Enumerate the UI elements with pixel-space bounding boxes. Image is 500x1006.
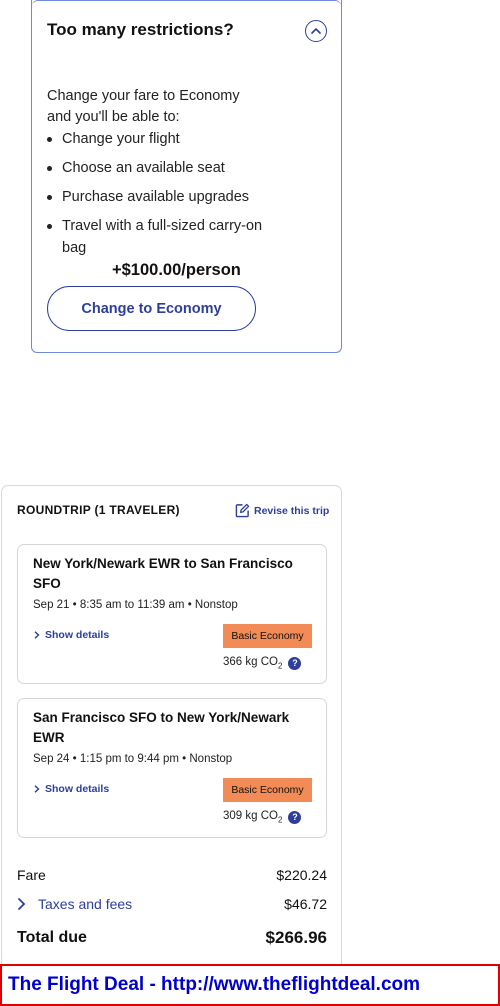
segment-schedule: Sep 21 • 8:35 am to 11:39 am • Nonstop: [33, 599, 238, 611]
watermark-text: The Flight Deal - http://www.theflightde…: [8, 974, 421, 995]
taxes-row: Taxes and fees $46.72: [17, 896, 327, 912]
total-row: Total due $266.96: [17, 928, 327, 948]
flight-segment-return: San Francisco SFO to New York/Newark EWR…: [17, 698, 327, 838]
fare-amount: $220.24: [276, 867, 327, 883]
taxes-amount: $46.72: [284, 896, 327, 912]
fare-row: Fare $220.24: [17, 867, 327, 883]
segment-route: San Francisco SFO to New York/Newark EWR: [33, 710, 290, 745]
benefit-item: Change your flight: [47, 129, 277, 151]
benefit-item: Travel with a full-sized carry-on bag: [47, 216, 277, 259]
taxes-label: Taxes and fees: [38, 896, 133, 912]
co2-emissions: 309 kg CO2 ?: [223, 810, 302, 825]
total-amount: $266.96: [265, 928, 327, 947]
show-details-link[interactable]: Show details: [33, 629, 109, 641]
show-details-label: Show details: [45, 629, 110, 641]
upsell-title: Too many restrictions?: [47, 20, 234, 39]
trip-summary: ROUNDTRIP (1 TRAVELER) Revise this trip …: [1, 485, 342, 965]
change-to-economy-button[interactable]: Change to Economy: [47, 286, 256, 331]
fare-upsell-card: Too many restrictions? Change your fare …: [31, 0, 342, 353]
taxes-and-fees-link[interactable]: Taxes and fees: [17, 896, 132, 912]
upgrade-price: +$100.00/person: [112, 261, 241, 279]
trip-summary-title: ROUNDTRIP (1 TRAVELER): [17, 503, 180, 517]
fare-class-badge: Basic Economy: [223, 624, 312, 648]
co2-value: 309 kg CO2: [223, 810, 283, 825]
edit-icon: [235, 503, 250, 518]
upsell-intro: Change your fare to Economy and you'll b…: [47, 88, 240, 125]
total-label: Total due: [17, 929, 87, 946]
chevron-right-icon: [17, 897, 26, 911]
fare-class-badge: Basic Economy: [223, 778, 312, 802]
segment-route: New York/Newark EWR to San Francisco SFO: [33, 556, 293, 591]
help-icon[interactable]: ?: [288, 656, 302, 670]
chevron-right-icon: [34, 631, 40, 639]
chevron-right-icon: [34, 785, 40, 793]
revise-trip-label: Revise this trip: [254, 504, 330, 517]
chevron-up-icon: [311, 28, 321, 34]
show-details-label: Show details: [45, 783, 110, 795]
co2-value: 366 kg CO2: [223, 656, 283, 671]
co2-emissions: 366 kg CO2 ?: [223, 656, 302, 671]
revise-trip-link[interactable]: Revise this trip: [235, 503, 329, 518]
fare-label: Fare: [17, 867, 46, 883]
show-details-link[interactable]: Show details: [33, 783, 109, 795]
flight-segment-outbound: New York/Newark EWR to San Francisco SFO…: [17, 544, 327, 684]
segment-schedule: Sep 24 • 1:15 pm to 9:44 pm • Nonstop: [33, 753, 233, 765]
collapse-upsell-button[interactable]: [305, 20, 327, 42]
benefit-item: Purchase available upgrades: [47, 187, 277, 209]
benefit-item: Choose an available seat: [47, 158, 277, 180]
benefits-list: Change your flight Choose an available s…: [47, 129, 277, 267]
help-icon[interactable]: ?: [288, 810, 302, 824]
watermark-banner: The Flight Deal - http://www.theflightde…: [0, 964, 500, 1006]
